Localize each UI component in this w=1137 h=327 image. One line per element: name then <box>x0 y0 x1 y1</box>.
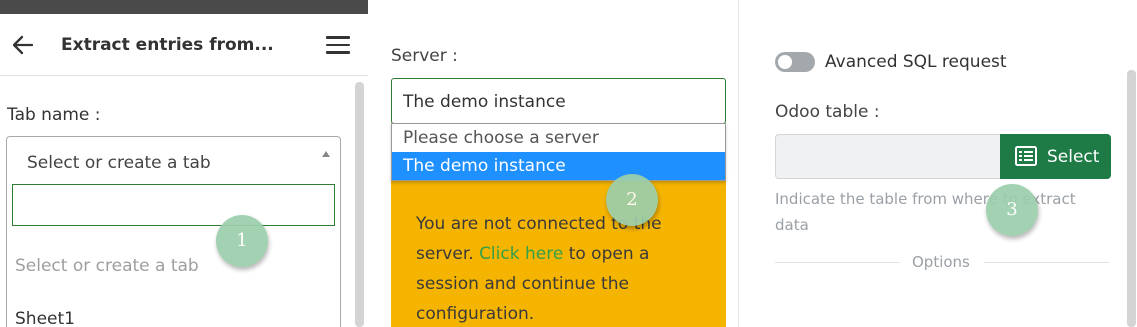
server-option-demo[interactable]: The demo instance <box>392 152 725 180</box>
dropdown-option-sheet[interactable]: Sheet1 <box>15 309 75 327</box>
server-option-choose[interactable]: Please choose a server <box>392 124 725 152</box>
dropdown-option-placeholder[interactable]: Select or create a tab <box>15 256 199 276</box>
dropdown-caret-icon <box>322 151 330 157</box>
hamburger-menu-icon[interactable] <box>326 36 350 56</box>
divider-left <box>775 262 900 263</box>
back-arrow-icon[interactable] <box>10 32 36 58</box>
toggle-knob <box>778 55 792 69</box>
tab-dropdown: Select or create a tab Sheet1 <box>6 179 341 327</box>
options-divider-label: Options <box>912 253 970 271</box>
tab-select[interactable]: Select or create a tab <box>6 136 341 180</box>
step-marker-2: 2 <box>606 174 658 226</box>
server-select[interactable]: The demo instance <box>391 78 726 124</box>
warning-text: You are not connected to the server. Cli… <box>416 209 716 327</box>
tab-selection-panel: Extract entries from... Tab name : Selec… <box>0 0 368 327</box>
table-panel: Avanced SQL request Odoo table : Select … <box>738 0 1137 327</box>
open-session-link[interactable]: Click here <box>479 244 563 264</box>
select-button-label: Select <box>1047 147 1100 167</box>
odoo-table-input[interactable] <box>775 134 1001 179</box>
table-list-icon <box>1015 146 1037 166</box>
tab-name-label: Tab name : <box>7 105 101 125</box>
step-marker-3: 3 <box>986 184 1038 236</box>
scrollbar[interactable] <box>355 82 364 327</box>
step-marker-1: 1 <box>216 215 268 267</box>
server-label: Server : <box>391 46 458 66</box>
server-panel: Server : The demo instance You are not c… <box>368 0 738 327</box>
advanced-sql-label: Avanced SQL request <box>825 52 1007 72</box>
scrollbar[interactable] <box>1127 70 1136 327</box>
server-dropdown: Please choose a server The demo instance <box>391 123 726 181</box>
panel-title: Extract entries from... <box>61 35 274 55</box>
select-table-button[interactable]: Select <box>1000 134 1111 179</box>
table-hint: Indicate the table from where to extract… <box>775 190 1076 234</box>
panel-header: Extract entries from... <box>0 14 368 76</box>
tab-search-input[interactable] <box>12 184 335 226</box>
advanced-sql-toggle[interactable] <box>775 52 815 72</box>
server-select-value: The demo instance <box>403 92 566 112</box>
divider-right <box>984 262 1109 263</box>
tab-select-value: Select or create a tab <box>27 153 211 173</box>
connection-warning: You are not connected to the server. Cli… <box>391 181 726 327</box>
top-bar <box>0 0 368 14</box>
odoo-table-label: Odoo table : <box>775 102 880 122</box>
